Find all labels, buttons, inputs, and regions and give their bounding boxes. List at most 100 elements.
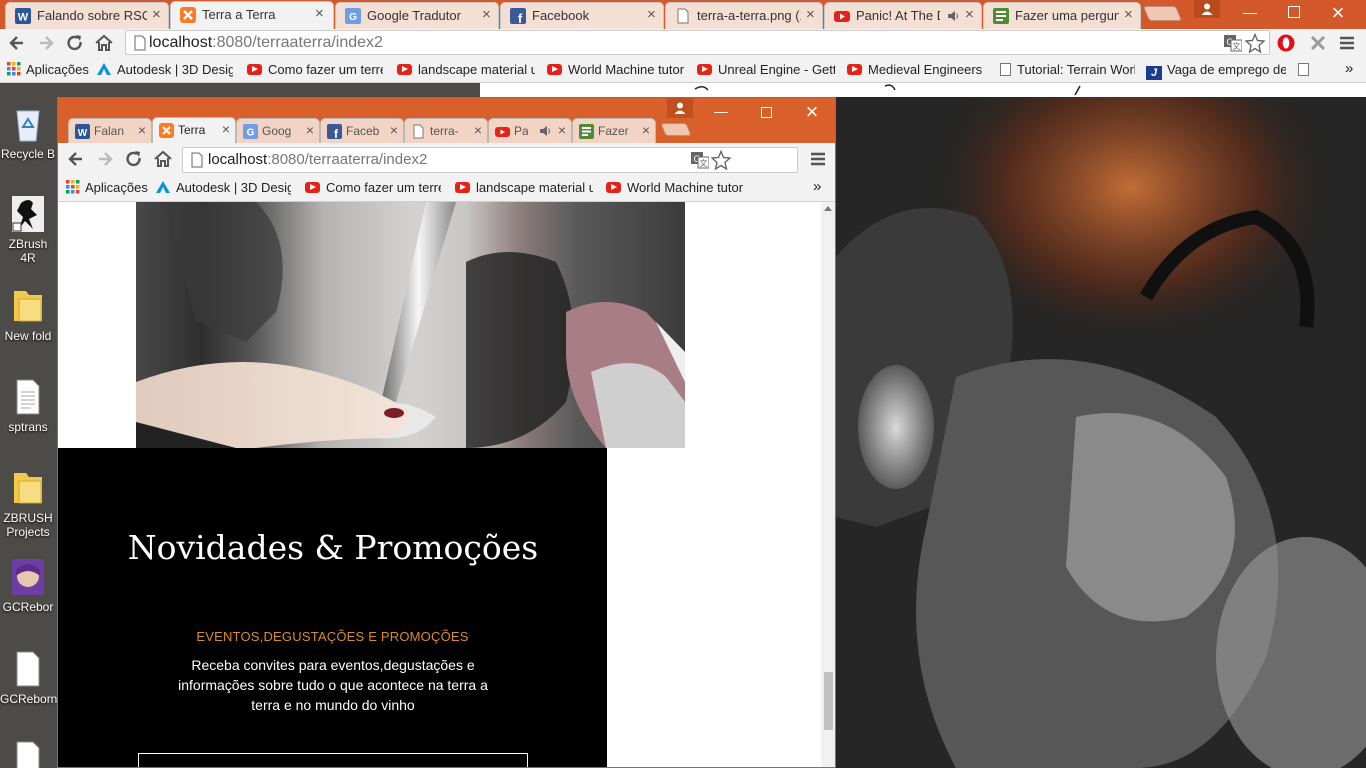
tab-fazer-pergunta[interactable]: Fazer uma pergunta ×: [983, 2, 1141, 29]
more-bookmarks-icon[interactable]: »: [1345, 60, 1359, 77]
bookmark-apps[interactable]: Aplicações: [66, 180, 150, 195]
tab-terra[interactable]: Terra a Terra ×: [170, 1, 334, 29]
forward-icon[interactable]: [95, 149, 115, 169]
desktop-icon-zbrush-projects[interactable]: ZBRUSH Projects: [0, 469, 56, 539]
restore-button[interactable]: [1288, 6, 1300, 18]
translate-icon[interactable]: G文: [1224, 35, 1242, 52]
bookmark-tutorial-terrain[interactable]: Tutorial: Terrain Work: [1000, 62, 1135, 77]
bookmark-autodesk[interactable]: Autodesk | 3D Design: [155, 180, 291, 195]
address-bar[interactable]: localhost:8080/terraaterra/index2 G文: [125, 30, 1270, 55]
tab-falando[interactable]: W Falan ×: [68, 118, 152, 143]
inner-browser-window: — × W Falan × Terra × G Goog × f Faceb ×…: [57, 97, 836, 768]
tab-facebook[interactable]: f Faceb ×: [320, 118, 404, 143]
scroll-thumb[interactable]: [824, 672, 833, 730]
bookmark-unreal[interactable]: Unreal Engine - Gettin: [697, 62, 835, 77]
tab-facebook[interactable]: f Facebook ×: [500, 2, 664, 29]
bookmark-world-machine[interactable]: World Machine tutori: [606, 180, 743, 195]
svg-text:W: W: [18, 12, 29, 24]
maximize-button[interactable]: [761, 107, 772, 118]
svg-text:G: G: [247, 128, 255, 139]
close-icon[interactable]: ×: [558, 122, 566, 138]
bookmark-como-fazer[interactable]: Como fazer um terren: [305, 180, 441, 195]
bookmark-page[interactable]: [1298, 62, 1314, 77]
text-file-icon: [11, 378, 45, 416]
back-icon[interactable]: [66, 149, 86, 169]
close-icon[interactable]: ×: [390, 122, 398, 138]
close-icon[interactable]: ×: [1124, 7, 1133, 23]
tab-fazer-pergunta[interactable]: Fazer ×: [572, 118, 656, 143]
close-icon[interactable]: ×: [474, 122, 482, 138]
close-icon[interactable]: ×: [647, 7, 656, 23]
tab-google-tradutor[interactable]: G Google Tradutor ×: [335, 2, 499, 29]
stackexchange-icon: [579, 124, 594, 139]
tab-google-tradutor[interactable]: G Goog ×: [236, 118, 320, 143]
back-icon[interactable]: [7, 33, 27, 53]
desktop-icon-gcreborn[interactable]: GCReborn: [0, 650, 58, 706]
file-icon: [11, 650, 45, 688]
close-icon[interactable]: ×: [965, 7, 974, 23]
desktop-icon-sptrans[interactable]: sptrans: [0, 378, 56, 434]
bookmark-vaga[interactable]: J Vaga de emprego de: [1146, 62, 1286, 80]
desktop-icon-gcrebor[interactable]: GCRebor: [0, 558, 56, 614]
menu-icon[interactable]: [1339, 35, 1355, 51]
tab-terra[interactable]: Terra ×: [152, 117, 236, 143]
desktop-icon-zbrush[interactable]: ZBrush 4R: [0, 195, 56, 265]
close-icon[interactable]: ×: [152, 7, 161, 23]
bookmark-como-fazer[interactable]: Como fazer um terren: [247, 62, 383, 77]
desktop-icon-recycle-bin[interactable]: Recycle B: [0, 105, 56, 161]
close-icon[interactable]: ×: [306, 122, 314, 138]
newsletter-input[interactable]: [138, 753, 528, 767]
star-icon[interactable]: [1245, 33, 1265, 53]
desktop-icon-label: GCReborn: [0, 692, 58, 706]
minimize-button[interactable]: —: [1240, 5, 1260, 19]
reload-icon[interactable]: [65, 33, 85, 53]
scroll-up-icon[interactable]: [824, 206, 832, 211]
desktop-icon-new-folder[interactable]: New fold: [0, 287, 56, 343]
bookmark-apps[interactable]: Aplicações: [7, 62, 91, 77]
close-icon[interactable]: ×: [315, 6, 324, 22]
tab-panic[interactable]: Panic! At The Dis ×: [824, 2, 982, 29]
scrollbar[interactable]: [821, 202, 835, 767]
close-icon[interactable]: ×: [642, 122, 650, 138]
close-window-button[interactable]: ×: [802, 101, 822, 123]
menu-icon[interactable]: [810, 151, 826, 167]
profile-button[interactable]: [667, 98, 693, 118]
close-icon[interactable]: ×: [222, 121, 230, 137]
address-bar[interactable]: localhost:8080/terraaterra/index2 G文: [182, 147, 798, 173]
close-icon[interactable]: ×: [138, 122, 146, 138]
profile-button[interactable]: [1194, 0, 1220, 18]
tab-panic[interactable]: Pa ×: [488, 118, 572, 143]
close-window-button[interactable]: ×: [1328, 2, 1348, 24]
desktop-icon-file[interactable]: [0, 740, 56, 768]
youtube-icon: [305, 182, 320, 193]
opera-extension-icon[interactable]: [1276, 33, 1296, 53]
more-bookmarks-icon[interactable]: »: [813, 178, 827, 195]
new-tab-button[interactable]: [1142, 6, 1183, 21]
wine-glass-photo: [136, 202, 685, 448]
star-icon[interactable]: [711, 150, 731, 170]
forward-icon[interactable]: [36, 33, 56, 53]
extension-icon[interactable]: [1309, 34, 1327, 52]
tab-terra-png[interactable]: terra- ×: [404, 118, 488, 143]
new-tab-button[interactable]: [660, 123, 692, 136]
reload-icon[interactable]: [124, 149, 144, 169]
home-icon[interactable]: [153, 149, 173, 169]
bookmark-landscape[interactable]: landscape material un: [397, 62, 535, 77]
tab-terra-png[interactable]: terra-a-terra.png (13 ×: [665, 2, 823, 29]
translate-icon[interactable]: G文: [691, 152, 709, 169]
bookmark-medieval[interactable]: Medieval Engineers C: [847, 62, 985, 77]
youtube-icon: [547, 64, 562, 75]
tab-falando[interactable]: W Falando sobre RSCS ×: [5, 2, 169, 29]
wallpaper-image: [836, 97, 1366, 768]
minimize-button[interactable]: —: [711, 104, 731, 118]
close-icon[interactable]: ×: [806, 7, 815, 23]
bookmark-autodesk[interactable]: Autodesk | 3D Design: [96, 62, 233, 77]
bookmark-world-machine[interactable]: World Machine tutori: [547, 62, 685, 77]
jobs-icon: J: [1146, 66, 1162, 80]
close-icon[interactable]: ×: [482, 7, 491, 23]
speaker-icon[interactable]: [538, 124, 552, 138]
bookmark-landscape[interactable]: landscape material un: [455, 180, 593, 195]
speaker-icon[interactable]: [946, 9, 960, 23]
home-icon[interactable]: [94, 33, 114, 53]
tab-label: terra-: [430, 124, 459, 138]
